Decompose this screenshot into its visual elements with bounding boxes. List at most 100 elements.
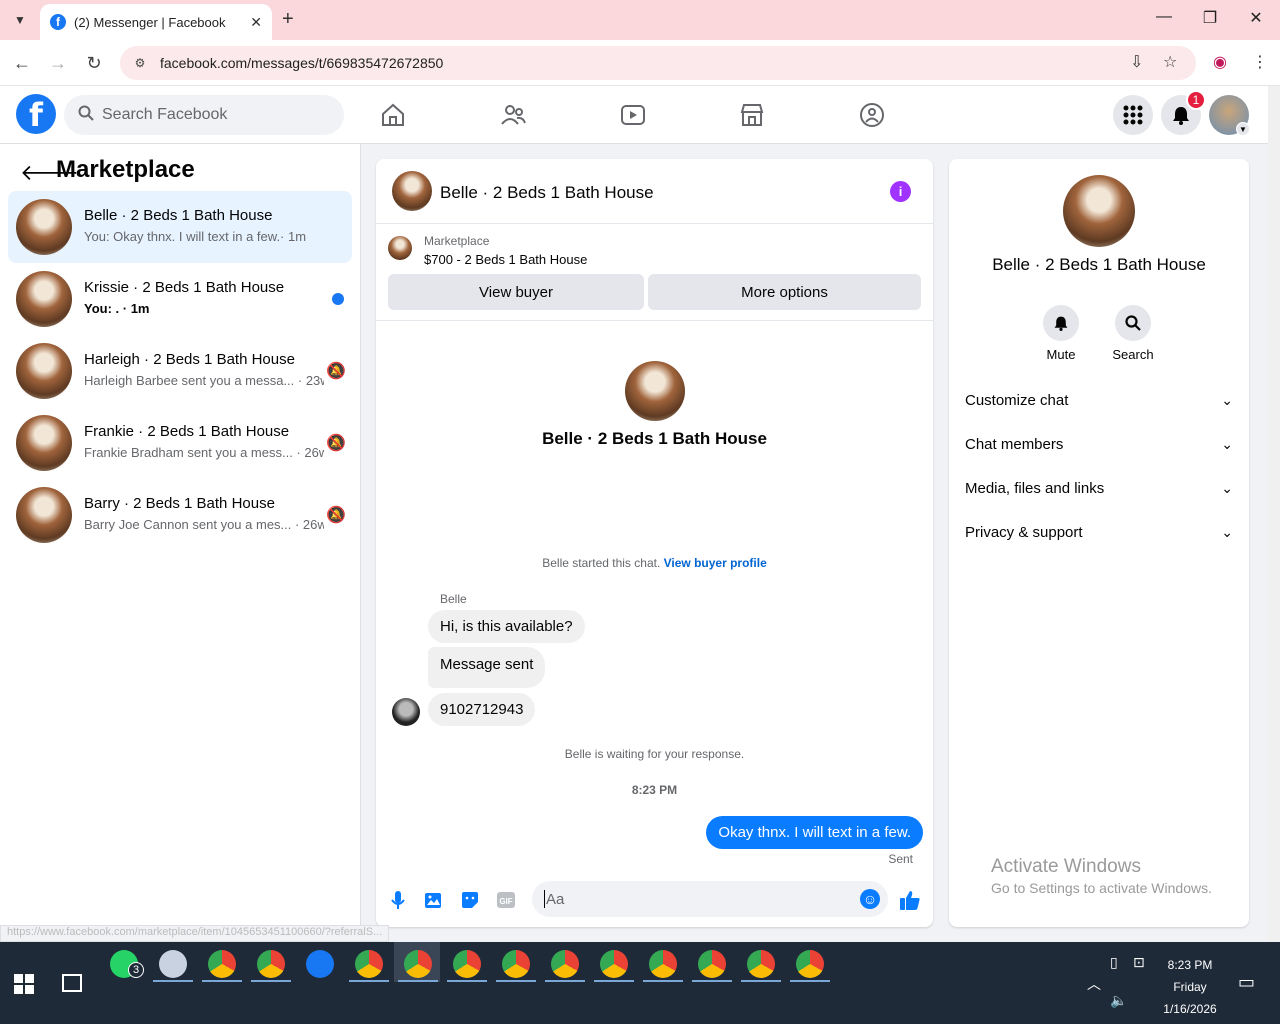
marketplace-icon[interactable] xyxy=(739,102,765,128)
running-indicator xyxy=(398,980,438,982)
svg-text:GIF: GIF xyxy=(499,897,512,906)
chrome-icon[interactable] xyxy=(747,950,775,978)
running-indicator xyxy=(790,980,830,982)
muted-bell-icon: 🔕 xyxy=(326,507,346,524)
chat-details-panel: Belle · 2 Beds 1 Bath House Mute Search … xyxy=(949,159,1249,927)
emoji-icon[interactable]: ☺ xyxy=(860,889,880,909)
photo-icon[interactable] xyxy=(423,889,445,911)
search-chat-button[interactable]: Search xyxy=(1103,305,1163,362)
facebook-logo-icon[interactable]: f xyxy=(16,94,56,134)
chrome-icon[interactable] xyxy=(600,950,628,978)
conversation-item-frankie[interactable]: Frankie · 2 Beds 1 Bath House Frankie Br… xyxy=(8,407,352,479)
action-center-icon[interactable]: ▭ xyxy=(1238,972,1255,993)
gif-icon[interactable]: GIF xyxy=(495,889,517,911)
app-icon[interactable] xyxy=(159,950,187,978)
chrome-icon[interactable] xyxy=(257,950,285,978)
facebook-search-input[interactable]: Search Facebook xyxy=(64,95,344,135)
incoming-message: 9102712943 xyxy=(428,693,536,726)
more-options-button[interactable]: More options xyxy=(648,274,921,310)
chrome-icon[interactable] xyxy=(502,950,530,978)
sent-status: Sent xyxy=(888,852,913,866)
device-icon[interactable]: ▯ xyxy=(1110,954,1118,971)
running-indicator xyxy=(741,980,781,982)
outgoing-message: Okay thnx. I will text in a few. xyxy=(706,816,923,849)
close-window-icon[interactable]: ✕ xyxy=(1246,8,1266,28)
video-icon[interactable] xyxy=(620,102,646,128)
show-hidden-icons-chevron-icon[interactable]: ︿ xyxy=(1087,974,1101,994)
menu-grid-button[interactable] xyxy=(1113,95,1153,135)
install-app-icon[interactable]: ⇩ xyxy=(1130,52,1143,72)
chrome-icon[interactable] xyxy=(551,950,579,978)
sender-avatar[interactable] xyxy=(392,698,420,726)
back-icon[interactable]: ← xyxy=(10,52,34,74)
page-scrollbar[interactable] xyxy=(1268,86,1280,942)
marketplace-sidebar: 🡐 Marketplace Belle · 2 Beds 1 Bath Hous… xyxy=(0,144,361,942)
conversation-item-barry[interactable]: Barry · 2 Beds 1 Bath House Barry Joe Ca… xyxy=(8,479,352,551)
tab-list-chevron-icon[interactable]: ▼ xyxy=(8,9,32,31)
view-buyer-profile-link[interactable]: View buyer profile xyxy=(664,556,767,570)
conversation-item-harleigh[interactable]: Harleigh · 2 Beds 1 Bath House Harleigh … xyxy=(8,335,352,407)
customize-chat-row[interactable]: Customize chat ⌄ xyxy=(965,378,1233,422)
chrome-icon[interactable] xyxy=(355,950,383,978)
browser-tab[interactable]: f (2) Messenger | Facebook ✕ xyxy=(40,4,272,40)
chrome-icon[interactable] xyxy=(649,950,677,978)
info-icon[interactable]: i xyxy=(890,181,911,202)
running-indicator xyxy=(496,980,536,982)
privacy-support-row[interactable]: Privacy & support ⌄ xyxy=(965,510,1233,554)
new-tab-button[interactable]: + xyxy=(282,8,294,30)
conversation-item-krissie[interactable]: Krissie · 2 Beds 1 Bath House You: . · 1… xyxy=(8,263,352,335)
chat-title[interactable]: Belle · 2 Beds 1 Bath House xyxy=(440,183,654,203)
bell-icon xyxy=(1173,107,1189,125)
site-settings-icon[interactable]: ⚙ xyxy=(132,55,148,71)
windows-start-icon[interactable] xyxy=(14,974,34,994)
clock-day: Friday xyxy=(1173,980,1207,994)
incoming-message: Message sent xyxy=(428,647,546,688)
task-view-icon[interactable] xyxy=(62,974,82,992)
chevron-down-icon: ⌄ xyxy=(1221,435,1233,452)
account-chevron-icon[interactable]: ▼ xyxy=(1236,122,1250,136)
sticker-icon[interactable] xyxy=(459,889,481,911)
conversation-avatar xyxy=(16,199,72,255)
home-icon[interactable] xyxy=(380,102,406,128)
chrome-icon[interactable] xyxy=(796,950,824,978)
like-thumb-icon[interactable] xyxy=(899,889,921,911)
conversation-name: Krissie · 2 Beds 1 Bath House xyxy=(84,279,285,296)
browser-menu-icon[interactable]: ⋮ xyxy=(1252,52,1268,72)
system-clock[interactable]: 8:23 PM Friday 1/16/2026 xyxy=(1150,954,1230,1020)
groups-icon[interactable] xyxy=(859,102,885,128)
running-indicator xyxy=(349,980,389,982)
mute-button[interactable]: Mute xyxy=(1031,305,1091,362)
conversation-preview: You: Okay thnx. I will text in a few.· 1… xyxy=(84,229,307,244)
restore-icon[interactable]: ❐ xyxy=(1200,8,1220,28)
profile-icon[interactable]: ◉ xyxy=(1213,52,1227,72)
chrome-icon[interactable] xyxy=(208,950,236,978)
chat-avatar[interactable] xyxy=(392,171,432,211)
microphone-icon[interactable] xyxy=(387,889,409,911)
reload-icon[interactable]: ↻ xyxy=(82,52,106,74)
message-input[interactable]: Aa ☺ xyxy=(532,881,888,917)
message-timestamp: 8:23 PM xyxy=(631,783,678,797)
volume-icon[interactable]: 🔈 xyxy=(1110,992,1127,1009)
media-files-links-row[interactable]: Media, files and links ⌄ xyxy=(965,466,1233,510)
chrome-icon[interactable] xyxy=(698,950,726,978)
chat-members-row[interactable]: Chat members ⌄ xyxy=(965,422,1233,466)
close-tab-icon[interactable]: ✕ xyxy=(250,14,262,31)
chrome-icon[interactable] xyxy=(453,950,481,978)
url-field[interactable]: ⚙ facebook.com/messages/t/66983547267285… xyxy=(120,46,1196,80)
forward-icon[interactable]: → xyxy=(46,52,70,74)
listing-thumbnail[interactable] xyxy=(388,236,412,260)
facebook-app-icon[interactable] xyxy=(306,950,334,978)
grid-icon xyxy=(1123,105,1143,125)
contact-avatar xyxy=(625,361,685,421)
view-buyer-button[interactable]: View buyer xyxy=(388,274,644,310)
chrome-icon[interactable] xyxy=(404,950,432,978)
message-placeholder: Aa xyxy=(546,890,565,908)
network-icon[interactable]: ⊡ xyxy=(1133,954,1145,971)
friends-icon[interactable] xyxy=(500,102,526,128)
minimize-icon[interactable]: — xyxy=(1154,8,1174,26)
contact-name: Belle · 2 Beds 1 Bath House xyxy=(542,429,767,448)
conversation-item-belle[interactable]: Belle · 2 Beds 1 Bath House You: Okay th… xyxy=(8,191,352,263)
listing-price[interactable]: $700 - 2 Beds 1 Bath House xyxy=(424,252,587,267)
bookmark-star-icon[interactable]: ☆ xyxy=(1163,52,1177,72)
row-label: Privacy & support xyxy=(965,523,1083,541)
